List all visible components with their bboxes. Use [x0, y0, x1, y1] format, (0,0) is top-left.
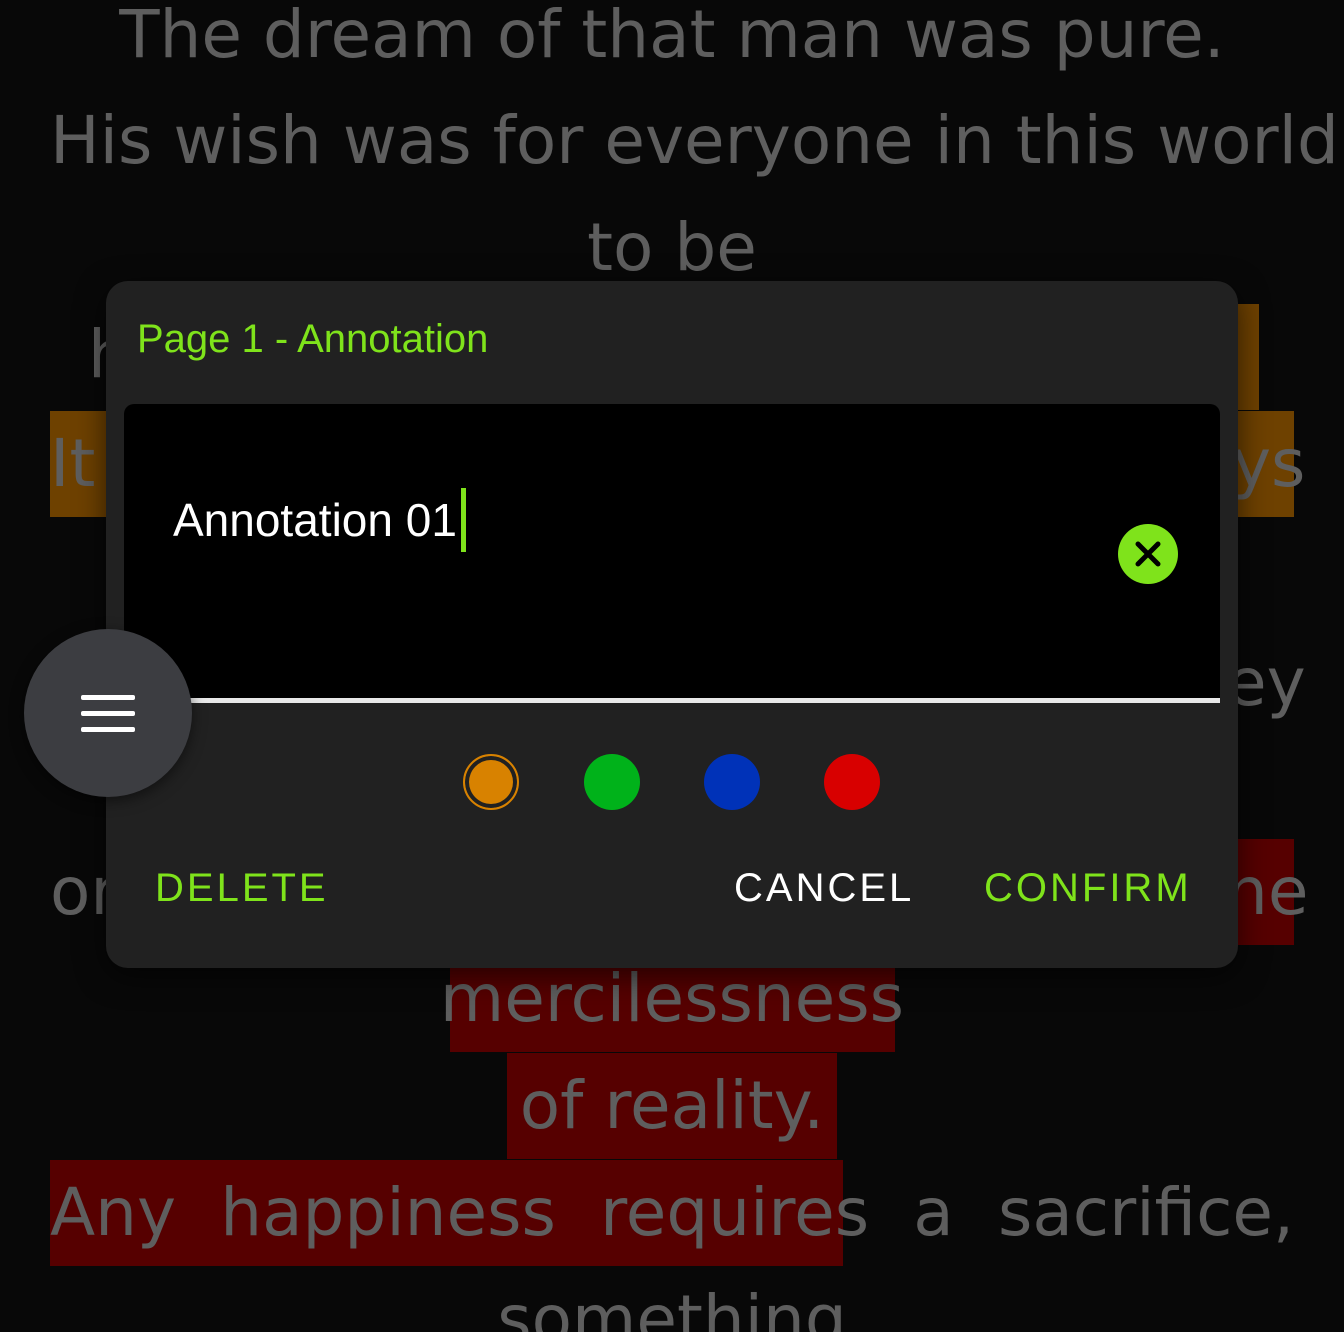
color-swatch-red[interactable]: [824, 754, 880, 810]
reader-line-5-right: ys: [1232, 425, 1306, 502]
dialog-title: Page 1 - Annotation: [137, 317, 489, 361]
reader-line-13: something: [497, 1281, 847, 1332]
reader-line-9-right: ne: [1226, 853, 1309, 930]
confirm-button[interactable]: CONFIRM: [984, 866, 1192, 911]
reader-line-2: His wish was for everyone in this world: [50, 102, 1339, 179]
floating-menu-button[interactable]: [24, 629, 192, 797]
text-caret: [460, 488, 466, 552]
reader-page: The dream of that man was pure. His wish…: [0, 0, 1344, 1332]
menu-icon-bar: [81, 711, 135, 716]
annotation-text[interactable]: Annotation 01: [173, 493, 457, 547]
reader-line-11: of reality.: [519, 1067, 825, 1144]
reader-line-12: Any happiness requires a sacrifice,: [50, 1160, 1294, 1266]
reader-word: sacrifice,: [997, 1174, 1294, 1251]
reader-line-7-right: ey: [1226, 644, 1306, 721]
reader-line-1: The dream of that man was pure.: [119, 0, 1225, 73]
menu-icon-bar: [81, 727, 135, 732]
reader-word: a: [913, 1174, 954, 1251]
delete-button[interactable]: DELETE: [155, 866, 329, 911]
cancel-button[interactable]: CANCEL: [734, 866, 914, 911]
reader-word: Any: [50, 1174, 177, 1251]
clear-input-button[interactable]: [1118, 524, 1178, 584]
reader-word: happiness: [220, 1174, 556, 1251]
annotation-input-value[interactable]: Annotation 01: [173, 488, 466, 552]
annotation-dialog: Page 1 - Annotation Annotation 01 DELETE…: [106, 281, 1238, 968]
reader-word: requires: [600, 1174, 870, 1251]
highlight-orange-right-upper: [1238, 304, 1259, 410]
color-picker: [106, 754, 1238, 812]
color-swatch-blue[interactable]: [704, 754, 760, 810]
annotation-input[interactable]: Annotation 01: [124, 404, 1220, 703]
input-underline: [124, 698, 1220, 703]
close-icon: [1135, 541, 1161, 567]
color-swatch-green[interactable]: [584, 754, 640, 810]
menu-icon: [81, 695, 135, 700]
color-swatch-orange[interactable]: [463, 754, 519, 810]
